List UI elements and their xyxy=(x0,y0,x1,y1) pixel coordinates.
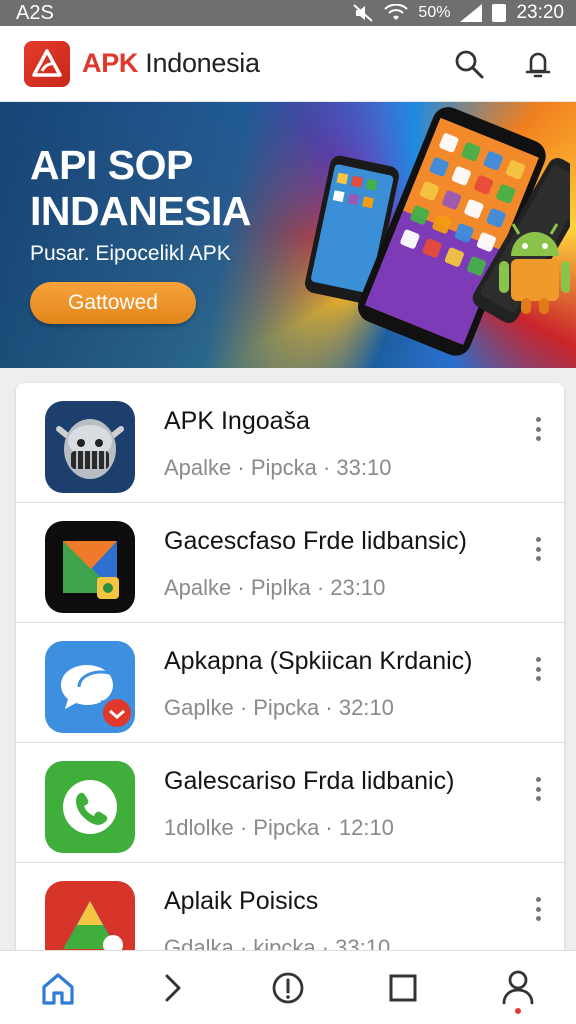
app-meta: Apalke · Piplka · 23:10 xyxy=(164,575,386,600)
status-left-text: A2S xyxy=(16,1,54,24)
app-bar: APK Indonesia xyxy=(0,26,576,102)
app-title: Galescariso Frda lidbanic) xyxy=(164,767,455,795)
status-bar: A2S 50% 23:20 xyxy=(0,0,576,26)
battery-percent: 50% xyxy=(418,4,451,21)
list-item[interactable]: Apkapna (Spkiican Krdanic) Gaplke · Pipc… xyxy=(16,623,564,743)
square-icon xyxy=(389,974,417,1001)
signal-icon xyxy=(460,4,483,22)
more-options-icon[interactable] xyxy=(534,417,542,441)
home-icon xyxy=(41,972,74,1005)
app-title: APK Indonesia xyxy=(82,48,260,78)
app-title: Gacescfaso Frde lidbansic) xyxy=(164,527,467,555)
nav-profile[interactable] xyxy=(488,958,548,1018)
app-meta: Gaplke · Pipcka · 32:10 xyxy=(164,695,394,720)
phones-illustration-icon xyxy=(305,107,570,356)
chat-bubbles-icon xyxy=(45,641,135,733)
list-item[interactable]: APK Ingoaša Apalke · Pipcka · 33:10 xyxy=(16,383,564,503)
promo-banner[interactable]: API SOP INDANESIA Pusar. Eipocelikl APK … xyxy=(0,102,576,368)
app-meta: Apalke · Pipcka · 33:10 xyxy=(164,455,392,480)
knight-helmet-icon xyxy=(45,401,135,493)
apk-logo-icon[interactable] xyxy=(24,40,70,87)
list-item[interactable]: Aplaik Poisics Gdalka · kipcka · 33:10 xyxy=(16,863,564,963)
app-title: Apkapna (Spkiican Krdanic) xyxy=(164,647,473,675)
notification-bell-icon[interactable] xyxy=(524,49,552,79)
banner-button[interactable]: Gattowed xyxy=(30,282,196,324)
app-meta: 1dlolke · Pipcka · 12:10 xyxy=(164,815,394,840)
banner-subtitle: Pusar. Eipocelikl APK xyxy=(30,242,231,265)
list-item[interactable]: Gacescfaso Frde lidbansic) Apalke · Pipl… xyxy=(16,503,564,623)
nav-forward[interactable] xyxy=(143,958,203,1018)
phone-call-icon xyxy=(45,761,135,853)
nav-info[interactable] xyxy=(258,958,318,1018)
more-options-icon[interactable] xyxy=(534,657,542,681)
app-title: APK Ingoaša xyxy=(164,407,310,435)
list-item[interactable]: Galescariso Frda lidbanic) 1dlolke · Pip… xyxy=(16,743,564,863)
chevron-right-icon xyxy=(165,974,181,1001)
battery-icon xyxy=(492,4,507,22)
wifi-icon xyxy=(384,4,409,20)
status-time: 23:20 xyxy=(516,2,564,23)
app-title: Aplaik Poisics xyxy=(164,887,319,915)
nav-recent[interactable] xyxy=(373,958,433,1018)
more-options-icon[interactable] xyxy=(534,777,542,801)
profile-icon xyxy=(502,970,534,1004)
bottom-navigation xyxy=(0,950,576,1024)
banner-title: API SOP INDANESIA xyxy=(30,142,252,234)
colorful-folder-icon xyxy=(45,521,135,613)
notification-dot xyxy=(515,1007,522,1014)
app-list-card: APK Ingoaša Apalke · Pipcka · 33:10 Gace… xyxy=(16,383,564,963)
mute-icon xyxy=(353,4,374,22)
status-indicators: 50% 23:20 xyxy=(352,2,564,24)
more-options-icon[interactable] xyxy=(534,537,542,561)
info-icon xyxy=(272,972,304,1003)
search-icon[interactable] xyxy=(454,49,484,79)
more-options-icon[interactable] xyxy=(534,897,542,921)
nav-home[interactable] xyxy=(28,958,88,1018)
